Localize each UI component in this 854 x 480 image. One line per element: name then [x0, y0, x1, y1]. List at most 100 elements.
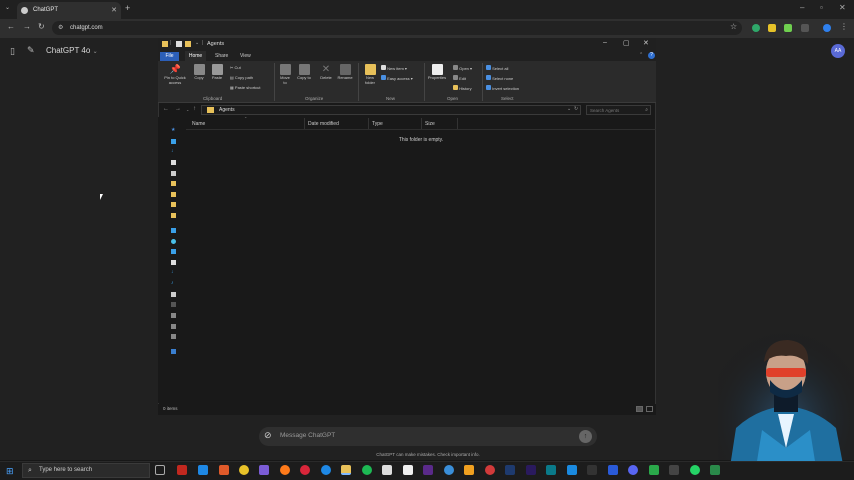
easy-access-button[interactable]: Easy access ▾	[381, 75, 413, 81]
open-button[interactable]: Open ▾	[453, 65, 472, 71]
nav-item[interactable]	[168, 249, 182, 255]
close-tab-icon[interactable]: ✕	[111, 2, 117, 19]
paste-button[interactable]: Paste	[210, 64, 224, 80]
column-type[interactable]: Type	[372, 121, 383, 127]
message-composer[interactable]: ⊘ Message ChatGPT ↑	[259, 427, 597, 446]
up-folder-icon[interactable]: ↑	[193, 106, 196, 112]
nav-item[interactable]	[168, 292, 182, 298]
app-icon[interactable]	[669, 465, 679, 475]
nav-item[interactable]	[168, 324, 182, 330]
nav-item[interactable]	[168, 313, 182, 319]
send-button[interactable]: ↑	[579, 430, 592, 443]
app-icon[interactable]	[546, 465, 556, 475]
edge-icon[interactable]	[321, 465, 331, 475]
app-icon[interactable]	[649, 465, 659, 475]
rename-button[interactable]: Rename	[336, 64, 354, 80]
avatar[interactable]: AA	[831, 44, 845, 58]
extensions-puzzle-icon[interactable]	[801, 24, 809, 32]
explorer-close-icon[interactable]: ✕	[643, 39, 649, 47]
model-selector[interactable]: ChatGPT 4o ⌄	[46, 46, 98, 55]
sidebar-toggle-icon[interactable]: ▯	[10, 46, 15, 57]
nav-item[interactable]	[168, 192, 182, 198]
explorer-forward-icon[interactable]: →	[175, 106, 181, 112]
nav-item[interactable]: ↓	[168, 148, 182, 155]
edit-button[interactable]: Edit	[453, 75, 466, 81]
address-dropdown-icon[interactable]: ⌄	[567, 106, 571, 112]
column-divider[interactable]	[421, 118, 422, 129]
close-window-icon[interactable]: ✕	[839, 3, 846, 12]
new-tab-icon[interactable]: +	[125, 3, 130, 13]
minimize-icon[interactable]: –	[800, 3, 804, 12]
new-folder-icon[interactable]	[185, 41, 191, 47]
nav-item-this-pc[interactable]	[168, 228, 182, 234]
qat-chevron-icon[interactable]: ⌄	[195, 40, 199, 46]
nav-item[interactable]	[168, 239, 182, 245]
column-divider[interactable]	[368, 118, 369, 129]
cut-button[interactable]: ✂ Cut	[230, 65, 241, 70]
explorer-minimize-icon[interactable]: –	[603, 39, 607, 46]
new-folder-button[interactable]: New folder	[362, 64, 378, 85]
new-item-button[interactable]: New item ▾	[381, 65, 407, 71]
whatsapp-icon[interactable]	[690, 465, 700, 475]
recent-locations-icon[interactable]: ⌄	[186, 107, 189, 112]
nav-item[interactable]	[168, 171, 182, 177]
url-bar[interactable]: ⚙ chatgpt.com	[52, 21, 742, 35]
file-explorer-icon[interactable]	[341, 465, 351, 475]
explorer-maximize-icon[interactable]: ▢	[623, 39, 630, 47]
tab-home[interactable]: Home	[185, 51, 206, 61]
copy-to-button[interactable]: Copy to	[297, 64, 311, 80]
column-date-modified[interactable]: Date modified	[308, 121, 339, 127]
refresh-icon[interactable]: ↻	[574, 106, 578, 112]
nav-item[interactable]	[168, 334, 182, 340]
explorer-back-icon[interactable]: ←	[163, 106, 169, 112]
maximize-icon[interactable]: ▫	[820, 3, 823, 12]
nav-item[interactable]: ↓	[168, 269, 182, 276]
task-view-icon[interactable]	[155, 465, 165, 475]
tab-file[interactable]: File	[160, 52, 179, 61]
properties-button[interactable]: Properties	[426, 64, 448, 80]
app-icon[interactable]	[423, 465, 433, 475]
explorer-search-input[interactable]: Search Agents ⌕	[586, 105, 651, 115]
bookmark-star-icon[interactable]: ☆	[730, 22, 737, 31]
discord-icon[interactable]	[628, 465, 638, 475]
nav-item[interactable]	[168, 302, 182, 308]
attach-icon[interactable]: ⊘	[264, 430, 272, 441]
nav-item[interactable]	[168, 213, 182, 219]
app-icon[interactable]	[710, 465, 720, 475]
windows-start-icon[interactable]: ⊞	[6, 466, 14, 477]
firefox-icon[interactable]	[280, 465, 290, 475]
large-icons-view-icon[interactable]	[646, 406, 653, 412]
browser-tab-chatgpt[interactable]: ChatGPT ✕	[17, 2, 121, 19]
extension-icon[interactable]	[752, 24, 760, 32]
properties-icon[interactable]	[176, 41, 182, 47]
spotify-icon[interactable]	[362, 465, 372, 475]
app-icon[interactable]	[198, 465, 208, 475]
nav-item-network[interactable]	[168, 349, 182, 355]
column-divider[interactable]	[304, 118, 305, 129]
ribbon-collapse-icon[interactable]: ⌃	[639, 52, 643, 58]
forward-icon[interactable]: →	[23, 22, 31, 31]
app-icon[interactable]	[608, 465, 618, 475]
calculator-icon[interactable]	[382, 465, 392, 475]
history-button[interactable]: History	[453, 85, 472, 91]
tab-search-icon[interactable]: ⌄	[5, 4, 10, 11]
paste-shortcut-button[interactable]: ▦ Paste shortcut	[230, 85, 260, 90]
extension-icon[interactable]	[784, 24, 792, 32]
app-icon[interactable]	[485, 465, 495, 475]
tab-view[interactable]: View	[240, 53, 251, 59]
delete-button[interactable]: ✕ Delete	[318, 64, 334, 80]
nav-item[interactable]	[168, 160, 182, 166]
copy-path-button[interactable]: ▤ Copy path	[230, 75, 253, 80]
taskbar-search-input[interactable]: ⌕ Type here to search	[22, 463, 150, 478]
nav-item[interactable]	[168, 139, 182, 145]
brave-icon[interactable]	[219, 465, 229, 475]
details-view-icon[interactable]	[636, 406, 643, 412]
nav-item[interactable]	[168, 202, 182, 208]
menu-dots-icon[interactable]: ⋮	[840, 22, 848, 31]
help-icon[interactable]: ?	[648, 52, 655, 59]
nav-item[interactable]: ♪	[168, 280, 182, 287]
app-icon[interactable]	[177, 465, 187, 475]
copy-button[interactable]: Copy	[192, 64, 206, 80]
profile-icon[interactable]	[823, 24, 831, 32]
pin-quick-access-button[interactable]: 📌 Pin to Quick access	[161, 64, 189, 85]
